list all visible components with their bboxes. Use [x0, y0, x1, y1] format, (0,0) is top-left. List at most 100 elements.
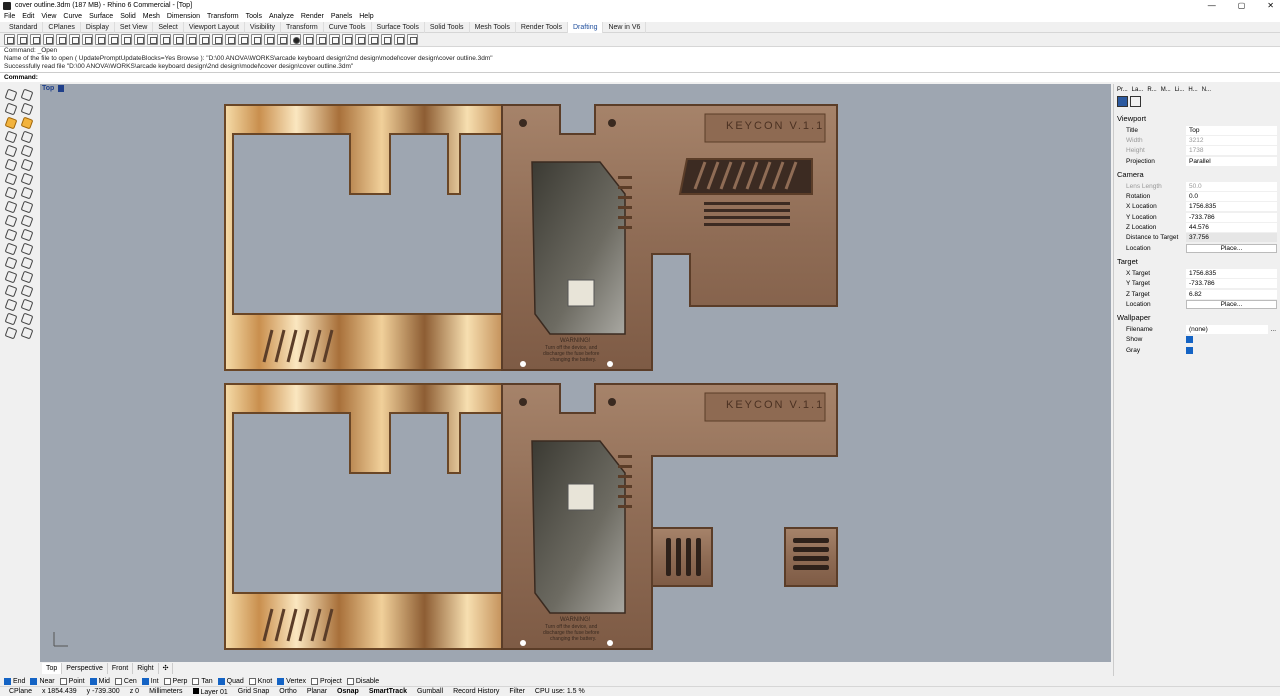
panel-tab-layers[interactable]: La... — [1131, 87, 1145, 93]
osnap-knot-checkbox[interactable] — [248, 677, 256, 685]
y-target-field[interactable]: -733.786 — [1186, 279, 1277, 289]
osnap-tan[interactable]: Tan — [192, 677, 213, 685]
array-icon[interactable] — [4, 298, 16, 310]
osnap-end[interactable]: End — [4, 677, 25, 685]
record-history-toggle[interactable]: Record History — [448, 688, 504, 695]
osnap-tan-checkbox[interactable] — [192, 677, 200, 685]
hide-icon[interactable] — [329, 34, 340, 45]
curve-icon[interactable] — [238, 34, 249, 45]
viewport-canvas[interactable]: KEYCON V.1.1 WARNING! Turn off the devic… — [40, 84, 1111, 662]
projection-select[interactable]: Parallel — [1186, 156, 1277, 166]
layers-icon[interactable] — [277, 34, 288, 45]
offset-icon[interactable] — [4, 284, 16, 296]
new-file-icon[interactable] — [4, 34, 15, 45]
osnap-perp-checkbox[interactable] — [163, 677, 171, 685]
surface-icon[interactable] — [368, 34, 379, 45]
lower-cover[interactable]: KEYCON V.1.1 WARNING! Turn off the devic… — [224, 383, 838, 650]
add-viewport-icon[interactable]: ✣ — [159, 662, 174, 674]
shade-icon[interactable] — [4, 116, 16, 128]
toolbar-tab-standard[interactable]: Standard — [4, 21, 44, 33]
planar-toggle[interactable]: Planar — [302, 688, 332, 695]
toolbar-tab-cplanes[interactable]: CPlanes — [43, 21, 81, 33]
osnap-toggle[interactable]: Osnap — [332, 688, 364, 695]
gumball-toggle[interactable]: Gumball — [412, 688, 448, 695]
upper-cover[interactable]: KEYCON V.1.1 WARNING! Turn off the devic… — [224, 104, 838, 371]
filename-field[interactable]: (none) — [1186, 325, 1268, 335]
menu-panels[interactable]: Panels — [331, 13, 352, 20]
group-icon[interactable] — [4, 312, 16, 324]
analysis-icon[interactable] — [381, 34, 392, 45]
x-location-field[interactable]: 1756.835 — [1186, 202, 1277, 212]
toolbar-tab-select[interactable]: Select — [153, 21, 184, 33]
split-icon[interactable] — [20, 256, 32, 268]
osnap-project-checkbox[interactable] — [311, 677, 319, 685]
cplane-indicator[interactable]: CPlane — [4, 688, 37, 695]
object-props-icon[interactable] — [264, 34, 275, 45]
polyline-icon[interactable] — [251, 34, 262, 45]
fillet-icon[interactable] — [4, 242, 16, 254]
distance-to-target-field[interactable]: 37.756 — [1186, 233, 1277, 243]
line-segment-icon[interactable] — [20, 186, 32, 198]
points-on-icon[interactable] — [225, 34, 236, 45]
point-icon[interactable] — [4, 102, 16, 114]
osnap-near[interactable]: Near — [30, 677, 55, 685]
ungroup-icon[interactable] — [20, 312, 32, 324]
toolbar-tab-new-in-v6[interactable]: New in V6 — [603, 21, 647, 33]
osnap-point[interactable]: Point — [59, 677, 85, 685]
osnap-mid[interactable]: Mid — [89, 677, 110, 685]
menu-curve[interactable]: Curve — [63, 13, 82, 20]
menu-transform[interactable]: Transform — [207, 13, 239, 20]
polyline-icon[interactable] — [20, 172, 32, 184]
ortho-toggle[interactable]: Ortho — [274, 688, 302, 695]
select-icon[interactable] — [212, 34, 223, 45]
osnap-int-checkbox[interactable] — [141, 677, 149, 685]
toolbar-tab-render-tools[interactable]: Render Tools — [516, 21, 568, 33]
cut-icon[interactable] — [69, 34, 80, 45]
open-file-icon[interactable] — [17, 34, 28, 45]
rotate-icon[interactable] — [20, 200, 32, 212]
current-layer[interactable]: Layer 01 — [188, 687, 233, 696]
polyline-open-icon[interactable] — [4, 186, 16, 198]
camera-place-button[interactable]: Place... — [1186, 243, 1277, 253]
text-icon[interactable] — [20, 326, 32, 338]
top-viewport[interactable]: KEYCON V.1.1 WARNING! Turn off the devic… — [40, 84, 1111, 662]
redo-icon[interactable] — [121, 34, 132, 45]
z-location-field[interactable]: 44.576 — [1186, 223, 1277, 233]
scale-icon[interactable] — [20, 298, 32, 310]
zoom-window-icon[interactable] — [173, 34, 184, 45]
render-icon[interactable] — [355, 34, 366, 45]
osnap-quad[interactable]: Quad — [217, 677, 244, 685]
close-button[interactable]: ✕ — [1267, 0, 1274, 11]
sphere-icon[interactable] — [20, 228, 32, 240]
line-icon[interactable] — [20, 102, 32, 114]
toolbar-tab-mesh-tools[interactable]: Mesh Tools — [470, 21, 516, 33]
dimension-icon[interactable] — [4, 326, 16, 338]
osnap-near-checkbox[interactable] — [30, 677, 38, 685]
toolbar-tab-solid-tools[interactable]: Solid Tools — [425, 21, 470, 33]
zoom-extents-icon[interactable] — [186, 34, 197, 45]
print-icon[interactable] — [43, 34, 54, 45]
material-icon[interactable] — [303, 34, 314, 45]
light-icon[interactable] — [316, 34, 327, 45]
rotation-field[interactable]: 0.0 — [1186, 192, 1277, 202]
circle-icon[interactable] — [4, 214, 16, 226]
arc-icon[interactable] — [4, 144, 16, 156]
join-icon[interactable] — [4, 270, 16, 282]
toolbar-tab-viewport-layout[interactable]: Viewport Layout — [184, 21, 245, 33]
tab-top[interactable]: Top — [42, 662, 63, 674]
menu-dimension[interactable]: Dimension — [167, 13, 200, 20]
select-window-icon[interactable] — [20, 88, 32, 100]
title-field[interactable]: Top — [1186, 125, 1277, 135]
viewport-menu-arrow-icon[interactable] — [58, 85, 64, 92]
import-icon[interactable] — [56, 34, 67, 45]
viewport-title[interactable]: Top — [42, 85, 54, 92]
tab-front[interactable]: Front — [108, 662, 134, 674]
trim-icon[interactable] — [4, 256, 16, 268]
target-place-button[interactable]: Place... — [1186, 299, 1277, 309]
filter-toggle[interactable]: Filter — [504, 688, 530, 695]
command-input[interactable] — [41, 74, 842, 81]
menu-view[interactable]: View — [41, 13, 56, 20]
osnap-vertex-checkbox[interactable] — [277, 677, 285, 685]
x-target-field[interactable]: 1756.835 — [1186, 268, 1277, 278]
grid-snap-toggle[interactable]: Grid Snap — [233, 688, 275, 695]
